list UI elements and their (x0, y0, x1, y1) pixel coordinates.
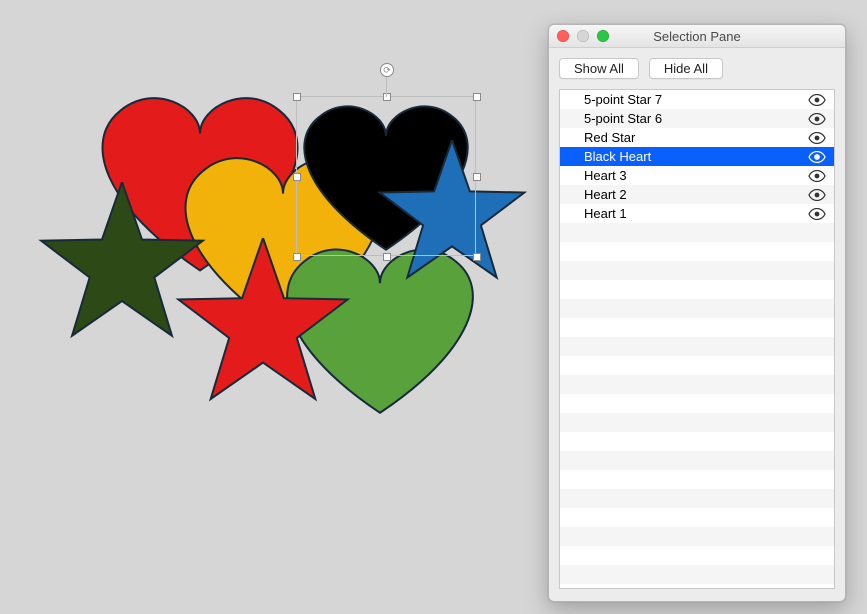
zoom-icon[interactable] (597, 30, 609, 42)
empty-row (560, 451, 834, 470)
layer-list-scroll[interactable]: 5-point Star 7 5-point Star 6 Red Star B… (560, 90, 834, 588)
window-controls (549, 30, 609, 42)
layer-label: Heart 3 (584, 168, 808, 183)
layer-row[interactable]: Red Star (560, 128, 834, 147)
minimize-icon (577, 30, 589, 42)
visibility-toggle-icon[interactable] (808, 150, 826, 164)
star-shape[interactable] (372, 140, 532, 292)
empty-row (560, 375, 834, 394)
layer-label: Heart 1 (584, 206, 808, 221)
empty-row (560, 261, 834, 280)
empty-row (560, 413, 834, 432)
visibility-toggle-icon[interactable] (808, 169, 826, 183)
star-shape[interactable] (32, 182, 212, 352)
empty-row (560, 337, 834, 356)
empty-row (560, 546, 834, 565)
resize-handle[interactable] (473, 93, 481, 101)
visibility-toggle-icon[interactable] (808, 131, 826, 145)
layer-row[interactable]: Heart 1 (560, 204, 834, 223)
layer-label: Black Heart (584, 149, 808, 164)
close-icon[interactable] (557, 30, 569, 42)
visibility-toggle-icon[interactable] (808, 112, 826, 126)
layer-row[interactable]: 5-point Star 6 (560, 109, 834, 128)
empty-row (560, 242, 834, 261)
empty-row (560, 489, 834, 508)
layer-row[interactable]: Black Heart (560, 147, 834, 166)
empty-row (560, 432, 834, 451)
empty-row (560, 527, 834, 546)
empty-row (560, 470, 834, 489)
layer-row[interactable]: Heart 2 (560, 185, 834, 204)
layer-list: 5-point Star 7 5-point Star 6 Red Star B… (559, 89, 835, 589)
empty-row (560, 356, 834, 375)
empty-row (560, 584, 834, 588)
layer-row[interactable]: Heart 3 (560, 166, 834, 185)
layer-label: Red Star (584, 130, 808, 145)
layer-label: Heart 2 (584, 187, 808, 202)
empty-row (560, 318, 834, 337)
show-all-button[interactable]: Show All (559, 58, 639, 79)
visibility-toggle-icon[interactable] (808, 93, 826, 107)
visibility-toggle-icon[interactable] (808, 188, 826, 202)
empty-row (560, 280, 834, 299)
titlebar[interactable]: Selection Pane (549, 25, 845, 48)
empty-row (560, 565, 834, 584)
toolbar: Show All Hide All (549, 48, 845, 89)
rotate-handle-icon[interactable]: ⟳ (380, 63, 394, 77)
empty-row (560, 223, 834, 242)
rotate-stem (386, 74, 387, 97)
empty-row (560, 394, 834, 413)
hide-all-button[interactable]: Hide All (649, 58, 723, 79)
empty-row (560, 508, 834, 527)
layer-row[interactable]: 5-point Star 7 (560, 90, 834, 109)
visibility-toggle-icon[interactable] (808, 207, 826, 221)
layer-label: 5-point Star 6 (584, 111, 808, 126)
empty-row (560, 299, 834, 318)
selection-pane-window: Selection Pane Show All Hide All 5-point… (548, 24, 846, 602)
layer-label: 5-point Star 7 (584, 92, 808, 107)
